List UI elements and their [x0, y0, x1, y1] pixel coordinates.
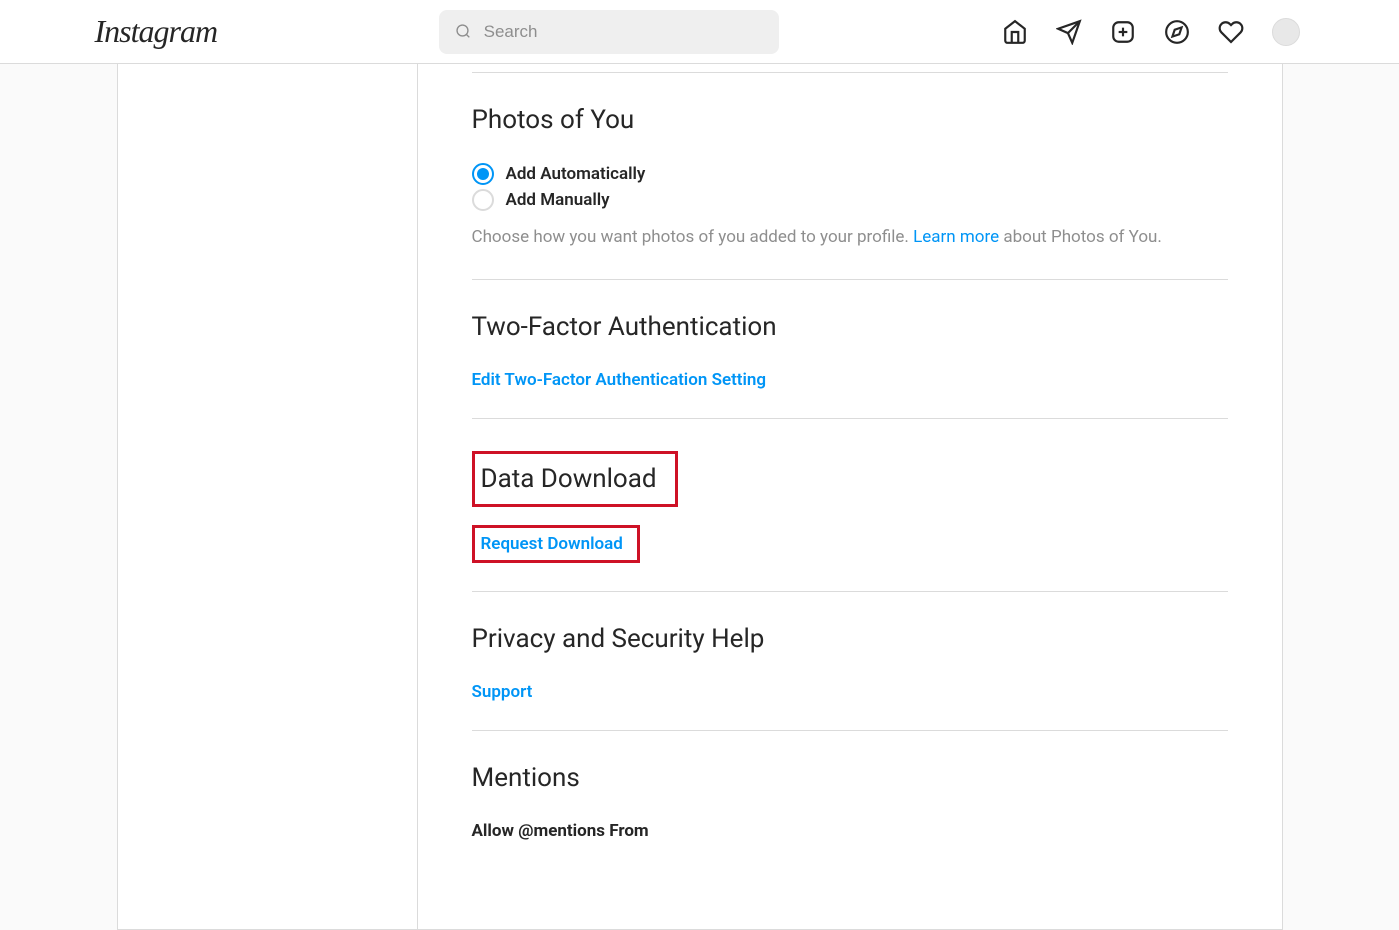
radio-add-automatically[interactable]: Add Automatically — [472, 163, 1228, 185]
mentions-title: Mentions — [472, 763, 1228, 793]
search-input[interactable] — [484, 22, 764, 42]
profile-avatar[interactable] — [1272, 18, 1300, 46]
data-download-section: Data Download Request Download — [472, 418, 1228, 591]
messages-icon[interactable] — [1056, 19, 1082, 45]
edit-two-factor-link[interactable]: Edit Two-Factor Authentication Setting — [472, 370, 767, 390]
mentions-subtitle: Allow @mentions From — [472, 821, 1228, 841]
photos-of-you-title: Photos of You — [472, 105, 1228, 135]
data-download-title: Data Download — [481, 464, 657, 494]
mentions-section: Mentions Allow @mentions From — [472, 730, 1228, 869]
instagram-logo[interactable]: Instagram — [95, 13, 218, 50]
radio-label-manual: Add Manually — [506, 190, 610, 210]
request-download-link[interactable]: Request Download — [481, 534, 623, 554]
main-container: Photos of You Add Automatically Add Manu… — [0, 64, 1399, 930]
support-link[interactable]: Support — [472, 682, 533, 702]
app-header: Instagram — [0, 0, 1399, 64]
photos-of-you-section: Photos of You Add Automatically Add Manu… — [472, 72, 1228, 279]
photos-radio-group: Add Automatically Add Manually — [472, 163, 1228, 211]
content-area: Photos of You Add Automatically Add Manu… — [418, 64, 1282, 929]
search-icon — [455, 23, 471, 41]
radio-input-auto[interactable] — [472, 163, 494, 185]
radio-label-auto: Add Automatically — [506, 164, 646, 184]
radio-input-manual[interactable] — [472, 189, 494, 211]
new-post-icon[interactable] — [1110, 19, 1136, 45]
search-container[interactable] — [439, 10, 779, 54]
sidebar — [118, 64, 418, 929]
radio-add-manually[interactable]: Add Manually — [472, 189, 1228, 211]
settings-panel: Photos of You Add Automatically Add Manu… — [117, 64, 1283, 930]
learn-more-link[interactable]: Learn more — [913, 227, 999, 247]
privacy-help-title: Privacy and Security Help — [472, 624, 1228, 654]
data-download-highlight: Data Download — [472, 451, 678, 507]
explore-icon[interactable] — [1164, 19, 1190, 45]
two-factor-section: Two-Factor Authentication Edit Two-Facto… — [472, 279, 1228, 418]
photos-help-text: Choose how you want photos of you added … — [472, 225, 1228, 251]
two-factor-title: Two-Factor Authentication — [472, 312, 1228, 342]
home-icon[interactable] — [1002, 19, 1028, 45]
request-download-highlight: Request Download — [472, 525, 640, 563]
privacy-help-section: Privacy and Security Help Support — [472, 591, 1228, 730]
nav-icons — [1002, 18, 1300, 46]
activity-icon[interactable] — [1218, 19, 1244, 45]
